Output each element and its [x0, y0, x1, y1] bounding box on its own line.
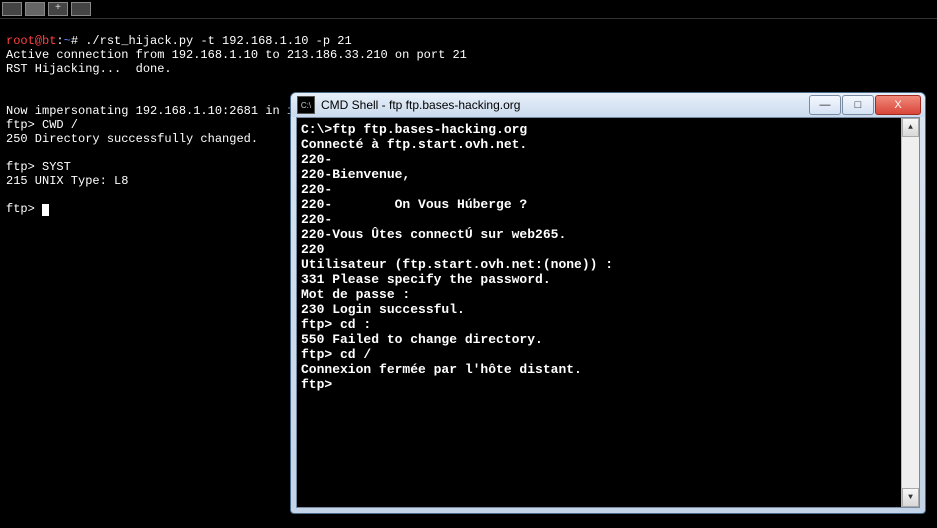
maximize-button[interactable]: □	[842, 95, 874, 115]
out-line: 220-Vous Ûtes connectÚ sur web265.	[301, 227, 566, 242]
bg-line: Active connection from 192.168.1.10 to 2…	[6, 48, 467, 62]
scrollbar[interactable]: ▲ ▼	[901, 118, 919, 507]
window-client-area: C:\>ftp ftp.bases-hacking.org Connecté à…	[296, 117, 920, 508]
cmd-output[interactable]: C:\>ftp ftp.bases-hacking.org Connecté à…	[297, 118, 901, 507]
out-line: ftp> cd :	[301, 317, 371, 332]
cmd-icon: C:\	[297, 96, 315, 114]
out-line: 220- On Vous Húberge ?	[301, 197, 527, 212]
out-line: 220	[301, 242, 324, 257]
close-button[interactable]: X	[875, 95, 921, 115]
prompt-user: root@bt	[6, 34, 56, 48]
bg-line: ftp> SYST	[6, 160, 71, 174]
scroll-down-button[interactable]: ▼	[902, 488, 919, 507]
out-line: ftp> cd /	[301, 347, 371, 362]
out-line: C:\>ftp ftp.bases-hacking.org	[301, 122, 527, 137]
window-buttons: — □ X	[809, 95, 921, 115]
out-line: 550 Failed to change directory.	[301, 332, 543, 347]
bg-line: ftp> CWD /	[6, 118, 78, 132]
bg-line: 250 Directory successfully changed.	[6, 132, 258, 146]
pager-add[interactable]: +	[48, 2, 68, 16]
bg-line: 215 UNIX Type: L8	[6, 174, 128, 188]
out-line: 220-	[301, 152, 332, 167]
window-title: CMD Shell - ftp ftp.bases-hacking.org	[321, 98, 809, 112]
cmd-window[interactable]: C:\ CMD Shell - ftp ftp.bases-hacking.or…	[290, 92, 926, 514]
scroll-track[interactable]	[902, 137, 919, 488]
bg-line: ftp>	[6, 202, 42, 216]
out-line: Utilisateur (ftp.start.ovh.net:(none)) :	[301, 257, 613, 272]
titlebar[interactable]: C:\ CMD Shell - ftp ftp.bases-hacking.or…	[291, 93, 925, 117]
prompt-sep: :	[56, 34, 63, 48]
minimize-button[interactable]: —	[809, 95, 841, 115]
out-line: Connecté à ftp.start.ovh.net.	[301, 137, 527, 152]
out-line: 331 Please specify the password.	[301, 272, 551, 287]
out-line: 220-Bienvenue,	[301, 167, 410, 182]
bg-cmd: ./rst_hijack.py -t 192.168.1.10 -p 21	[85, 34, 351, 48]
scroll-up-button[interactable]: ▲	[902, 118, 919, 137]
out-line: 220-	[301, 182, 332, 197]
out-line: 220-	[301, 212, 332, 227]
cursor-icon	[42, 204, 49, 216]
out-line: Mot de passe :	[301, 287, 410, 302]
prompt-hash: #	[71, 34, 85, 48]
out-line: 230 Login successful.	[301, 302, 465, 317]
prompt-path: ~	[64, 34, 71, 48]
pager-slot-3[interactable]	[71, 2, 91, 16]
pager-slot-1[interactable]	[2, 2, 22, 16]
out-line: ftp>	[301, 377, 332, 392]
bg-line: RST Hijacking... done.	[6, 62, 172, 76]
pager-toolbar: +	[0, 0, 937, 19]
pager-slot-2[interactable]	[25, 2, 45, 16]
out-line: Connexion fermée par l'hôte distant.	[301, 362, 582, 377]
